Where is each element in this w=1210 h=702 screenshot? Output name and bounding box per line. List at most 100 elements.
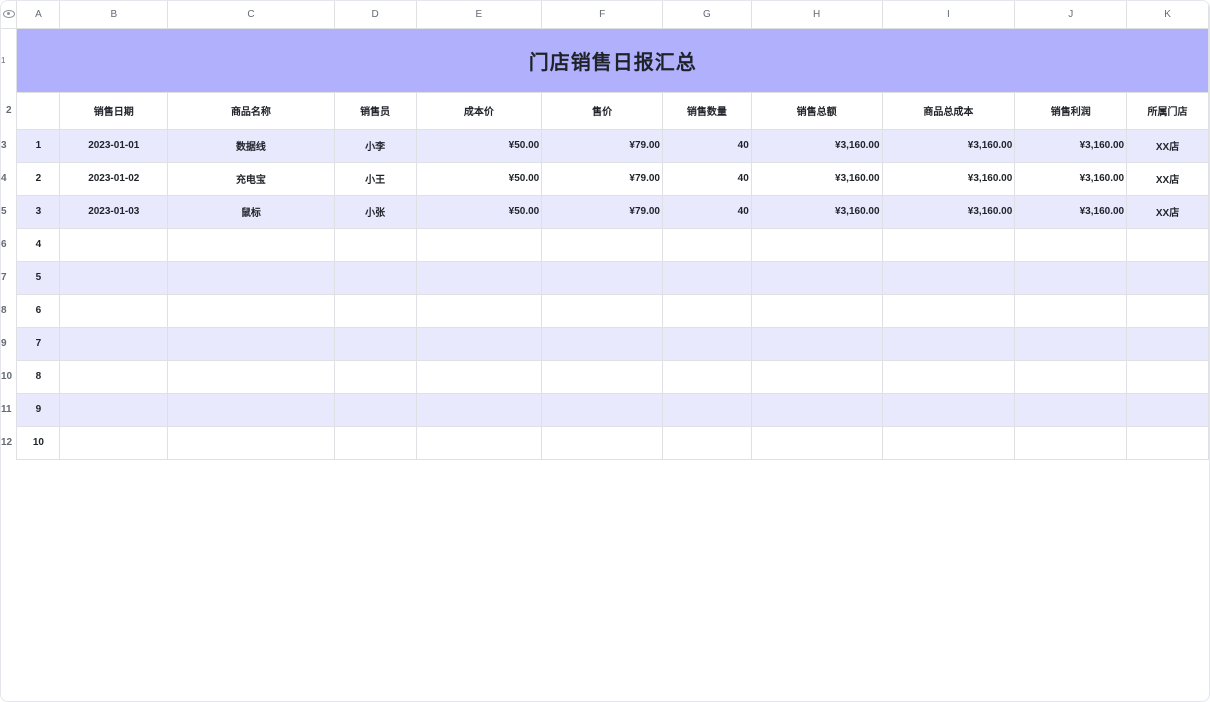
cell-product[interactable] — [167, 327, 335, 361]
header-qty[interactable]: 销售数量 — [662, 92, 752, 130]
cell-product[interactable] — [167, 393, 335, 427]
cell-store[interactable]: XX店 — [1126, 195, 1209, 229]
cell-date[interactable] — [59, 393, 169, 427]
cell-store[interactable] — [1126, 228, 1209, 262]
cell-total-cost[interactable] — [882, 393, 1016, 427]
header-profit[interactable]: 销售利润 — [1014, 92, 1128, 130]
cell-price[interactable] — [541, 294, 663, 328]
column-header-k[interactable]: K — [1126, 1, 1209, 29]
cell-total[interactable] — [751, 393, 883, 427]
cell-qty[interactable] — [662, 360, 752, 394]
cell-product[interactable] — [167, 261, 335, 295]
cell-total[interactable]: ¥3,160.00 — [751, 195, 883, 229]
header-date[interactable]: 销售日期 — [59, 92, 169, 130]
row-header-7[interactable]: 7 — [1, 261, 18, 294]
cell-date[interactable] — [59, 294, 169, 328]
header-cell-a[interactable] — [16, 92, 61, 130]
column-header-c[interactable]: C — [167, 1, 335, 29]
cell-no[interactable]: 6 — [16, 294, 61, 328]
row-header-10[interactable]: 10 — [1, 360, 18, 393]
cell-qty[interactable] — [662, 228, 752, 262]
cell-price[interactable]: ¥79.00 — [541, 195, 663, 229]
cell-store[interactable]: XX店 — [1126, 129, 1209, 163]
cell-date[interactable]: 2023-01-02 — [59, 162, 169, 196]
cell-date[interactable]: 2023-01-01 — [59, 129, 169, 163]
cell-store[interactable] — [1126, 294, 1209, 328]
cell-total[interactable] — [751, 426, 883, 460]
row-header-11[interactable]: 11 — [1, 393, 18, 426]
cell-price[interactable] — [541, 426, 663, 460]
cell-profit[interactable] — [1014, 426, 1128, 460]
cell-product[interactable]: 充电宝 — [167, 162, 335, 196]
cell-total-cost[interactable]: ¥3,160.00 — [882, 162, 1016, 196]
cell-seller[interactable]: 小王 — [334, 162, 417, 196]
cell-qty[interactable]: 40 — [662, 195, 752, 229]
cell-total-cost[interactable]: ¥3,160.00 — [882, 129, 1016, 163]
cell-qty[interactable]: 40 — [662, 129, 752, 163]
header-total-cost[interactable]: 商品总成本 — [882, 92, 1016, 130]
cell-qty[interactable] — [662, 261, 752, 295]
cell-date[interactable]: 2023-01-03 — [59, 195, 169, 229]
cell-no[interactable]: 2 — [16, 162, 61, 196]
cell-total[interactable] — [751, 294, 883, 328]
cell-total[interactable] — [751, 228, 883, 262]
cell-store[interactable] — [1126, 327, 1209, 361]
cell-total-cost[interactable] — [882, 327, 1016, 361]
cell-date[interactable] — [59, 360, 169, 394]
cell-qty[interactable] — [662, 393, 752, 427]
cell-seller[interactable] — [334, 393, 417, 427]
cell-cost[interactable]: ¥50.00 — [416, 129, 543, 163]
cell-total-cost[interactable] — [882, 228, 1016, 262]
cell-price[interactable] — [541, 327, 663, 361]
cell-product[interactable] — [167, 228, 335, 262]
column-header-g[interactable]: G — [662, 1, 752, 29]
header-product[interactable]: 商品名称 — [167, 92, 335, 130]
cell-store[interactable]: XX店 — [1126, 162, 1209, 196]
header-seller[interactable]: 销售员 — [334, 92, 417, 130]
cell-no[interactable]: 7 — [16, 327, 61, 361]
row-header-1[interactable]: 1 — [1, 28, 18, 92]
column-header-a[interactable]: A — [16, 1, 61, 29]
cell-qty[interactable] — [662, 294, 752, 328]
cell-total[interactable]: ¥3,160.00 — [751, 162, 883, 196]
cell-no[interactable]: 1 — [16, 129, 61, 163]
cell-no[interactable]: 9 — [16, 393, 61, 427]
cell-cost[interactable] — [416, 426, 543, 460]
cell-total-cost[interactable] — [882, 261, 1016, 295]
header-store[interactable]: 所属门店 — [1126, 92, 1209, 130]
header-cost[interactable]: 成本价 — [416, 92, 543, 130]
row-header-8[interactable]: 8 — [1, 294, 18, 327]
cell-product[interactable]: 数据线 — [167, 129, 335, 163]
cell-date[interactable] — [59, 228, 169, 262]
cell-price[interactable] — [541, 360, 663, 394]
cell-profit[interactable] — [1014, 327, 1128, 361]
cell-total-cost[interactable] — [882, 360, 1016, 394]
cell-cost[interactable] — [416, 294, 543, 328]
cell-no[interactable]: 8 — [16, 360, 61, 394]
cell-price[interactable] — [541, 393, 663, 427]
cell-store[interactable] — [1126, 261, 1209, 295]
cell-total-cost[interactable] — [882, 294, 1016, 328]
cell-total[interactable] — [751, 360, 883, 394]
header-total[interactable]: 销售总额 — [751, 92, 883, 130]
row-header-4[interactable]: 4 — [1, 162, 18, 195]
header-price[interactable]: 售价 — [541, 92, 663, 130]
row-header-12[interactable]: 12 — [1, 426, 18, 459]
cell-profit[interactable] — [1014, 294, 1128, 328]
cell-date[interactable] — [59, 426, 169, 460]
sheet-title[interactable]: 门店销售日报汇总 — [16, 28, 1209, 93]
cell-seller[interactable] — [334, 426, 417, 460]
cell-total-cost[interactable]: ¥3,160.00 — [882, 195, 1016, 229]
row-header-9[interactable]: 9 — [1, 327, 18, 360]
cell-date[interactable] — [59, 327, 169, 361]
cell-product[interactable] — [167, 294, 335, 328]
cell-seller[interactable] — [334, 327, 417, 361]
cell-profit[interactable] — [1014, 228, 1128, 262]
row-header-6[interactable]: 6 — [1, 228, 18, 261]
cell-qty[interactable] — [662, 327, 752, 361]
cell-price[interactable] — [541, 261, 663, 295]
cell-cost[interactable] — [416, 393, 543, 427]
column-header-j[interactable]: J — [1014, 1, 1128, 29]
cell-profit[interactable] — [1014, 360, 1128, 394]
cell-total-cost[interactable] — [882, 426, 1016, 460]
